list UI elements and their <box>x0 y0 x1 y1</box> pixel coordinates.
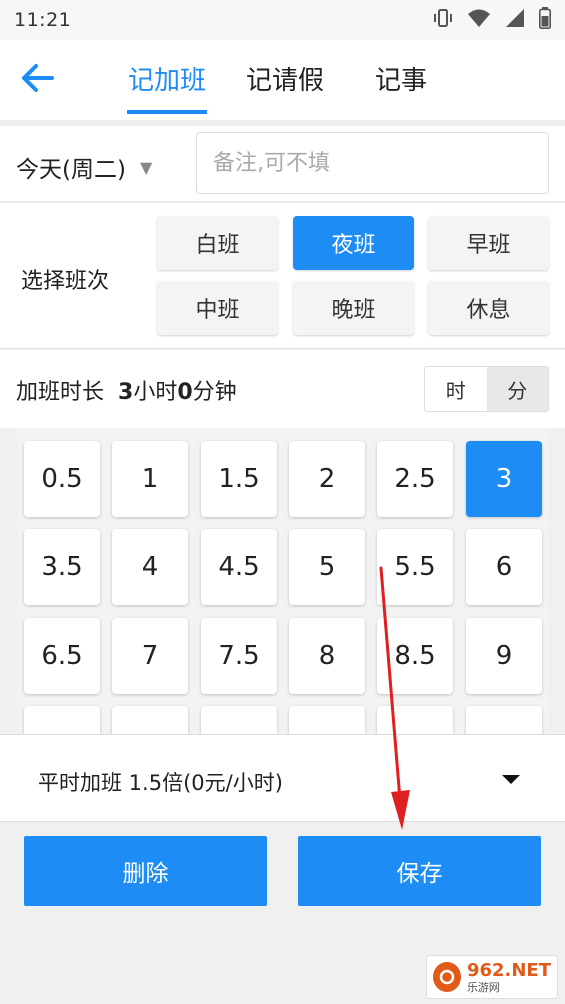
shift-option-day[interactable]: 白班 <box>157 216 278 270</box>
hour-option[interactable]: 7 <box>112 618 188 694</box>
overtime-type-selector[interactable]: 平时加班 1.5倍(0元/小时) <box>0 734 565 822</box>
shift-option-evening[interactable]: 晚班 <box>293 281 414 335</box>
tab-overtime[interactable]: 记加班 <box>128 60 206 106</box>
shift-option-rest[interactable]: 休息 <box>428 281 549 335</box>
unit-toggle: 时 分 <box>424 366 549 412</box>
duration-minutes: 0 <box>177 380 193 405</box>
duration-hours: 3 <box>118 380 134 405</box>
duration-hours-unit: 小时 <box>133 380 178 405</box>
status-icons <box>433 7 551 33</box>
hour-option[interactable]: 6.5 <box>24 618 100 694</box>
duration-label-group: 加班时长 3小时0分钟 <box>16 374 237 406</box>
signal-icon <box>505 8 525 32</box>
date-label: 今天(周二) <box>16 157 126 183</box>
hour-option[interactable]: 4.5 <box>201 529 277 605</box>
status-bar: 11:21 <box>0 0 565 40</box>
hour-option[interactable]: 5 <box>289 529 365 605</box>
date-note-row: 今天(周二) ▼ <box>0 126 565 202</box>
duration-row: 加班时长 3小时0分钟 时 分 <box>0 350 565 428</box>
hour-option-selected[interactable]: 3 <box>466 441 542 517</box>
unit-hour-button[interactable]: 时 <box>425 367 487 411</box>
watermark-sub: 乐游网 <box>466 980 500 994</box>
wifi-icon <box>467 8 491 32</box>
active-tab-indicator <box>127 110 207 114</box>
hour-option[interactable]: 2.5 <box>377 441 453 517</box>
tab-leave[interactable]: 记请假 <box>246 60 324 106</box>
hour-option[interactable]: 8 <box>289 618 365 694</box>
hour-option[interactable]: 1 <box>112 441 188 517</box>
hour-option[interactable]: 7.5 <box>201 618 277 694</box>
back-button[interactable] <box>18 58 62 98</box>
duration-minutes-unit: 分钟 <box>192 380 237 405</box>
hour-option-partial[interactable] <box>24 706 100 734</box>
dropdown-caret-icon[interactable] <box>502 775 520 784</box>
shift-label: 选择班次 <box>21 269 110 294</box>
vibrate-icon <box>433 8 453 32</box>
caret-down-icon: ▼ <box>139 157 153 177</box>
battery-icon <box>539 7 551 33</box>
hour-option[interactable]: 5.5 <box>377 529 453 605</box>
save-button[interactable]: 保存 <box>298 836 541 906</box>
hour-option[interactable]: 8.5 <box>377 618 453 694</box>
top-navigation: 记加班 记请假 记事 <box>0 40 565 120</box>
shift-selection-row: 选择班次 白班 夜班 早班 中班 晚班 休息 <box>0 203 565 349</box>
note-input[interactable] <box>196 132 549 194</box>
hour-option[interactable]: 9 <box>466 618 542 694</box>
arrow-left-icon <box>18 64 62 102</box>
watermark-text: 962.NET 乐游网 <box>466 959 551 994</box>
hour-option-partial[interactable] <box>466 706 542 734</box>
unit-minute-button[interactable]: 分 <box>486 367 548 411</box>
hour-option[interactable]: 1.5 <box>201 441 277 517</box>
hour-option[interactable]: 0.5 <box>24 441 100 517</box>
hour-option-partial[interactable] <box>201 706 277 734</box>
shift-option-early[interactable]: 早班 <box>428 216 549 270</box>
hour-option[interactable]: 3.5 <box>24 529 100 605</box>
tab-note[interactable]: 记事 <box>375 60 427 106</box>
shift-option-night[interactable]: 夜班 <box>293 216 414 270</box>
hour-option[interactable]: 2 <box>289 441 365 517</box>
overtime-type-label: 平时加班 1.5倍(0元/小时) <box>38 771 283 795</box>
hour-grid[interactable]: 0.5 1 1.5 2 2.5 3 3.5 4 4.5 5 5.5 6 6.5 … <box>17 428 548 734</box>
watermark-logo: 962.NET 乐游网 <box>426 955 558 999</box>
duration-value: 3小时0分钟 <box>118 374 237 406</box>
hour-option[interactable]: 6 <box>466 529 542 605</box>
delete-button[interactable]: 删除 <box>24 836 267 906</box>
status-time: 11:21 <box>14 9 72 31</box>
logo-circle-icon <box>433 962 461 992</box>
duration-label: 加班时长 <box>16 380 105 405</box>
hour-option-partial[interactable] <box>289 706 365 734</box>
watermark-brand: 962.NET <box>466 959 551 981</box>
hour-option-partial[interactable] <box>377 706 453 734</box>
hour-option-partial[interactable] <box>112 706 188 734</box>
hour-option[interactable]: 4 <box>112 529 188 605</box>
shift-option-middle[interactable]: 中班 <box>157 281 278 335</box>
date-selector[interactable]: 今天(周二) ▼ <box>16 150 152 184</box>
